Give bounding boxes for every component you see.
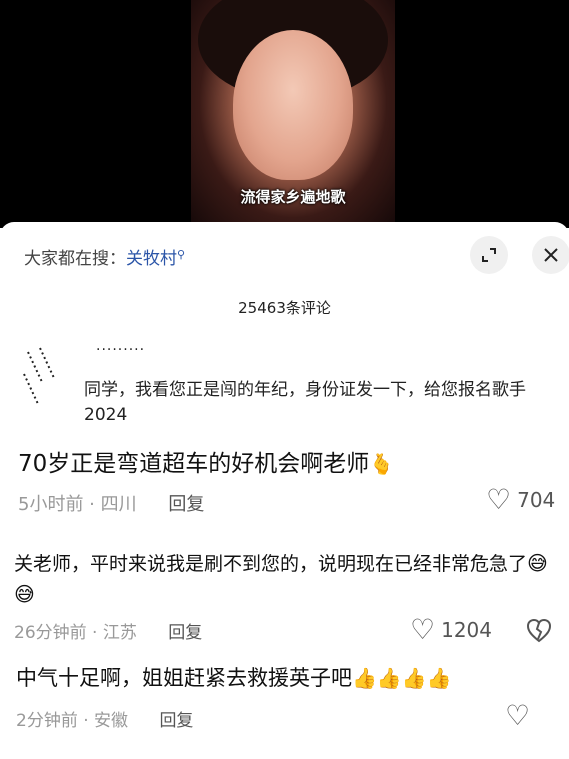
dislike-button[interactable] <box>526 618 552 644</box>
like-button[interactable]: ♡ 1204 <box>410 616 492 644</box>
close-icon[interactable] <box>532 236 569 274</box>
heart-icon: ♡ <box>486 483 512 516</box>
quote-marks-icon <box>23 347 55 405</box>
comment-time-location: 26分钟前 · 江苏 <box>14 623 137 643</box>
quoted-comment-text: 同学，我看您正是闯的年纪，身份证发一下，给您报名歌手2024 <box>84 380 526 425</box>
comment-meta: 5小时前 · 四川 回复 <box>18 490 204 516</box>
reply-button[interactable]: 回复 <box>168 623 202 643</box>
broken-heart-icon <box>526 618 552 643</box>
comment-meta: 26分钟前 · 江苏 回复 <box>14 618 202 643</box>
comment-text: 中气十足啊，姐姐赶紧去救援英子吧👍👍👍👍 <box>16 666 452 690</box>
comment-text: 70岁正是弯道超车的好机会啊老师🫰 <box>18 451 395 477</box>
like-count: 1204 <box>441 618 493 642</box>
comment-meta: 2分钟前 · 安徽 回复 <box>16 706 193 731</box>
comment-time-location: 5小时前 · 四川 <box>18 494 137 515</box>
search-term-link[interactable]: 关牧村 <box>126 249 177 269</box>
comment-text: 关老师，平时来说我是刷不到您的，说明现在已经非常危急了😅😅 <box>14 551 548 606</box>
reply-button[interactable]: 回复 <box>168 494 204 515</box>
video-person-face <box>233 30 353 180</box>
heart-icon: ♡ <box>505 699 531 732</box>
search-icon: ⚲ <box>177 248 186 261</box>
comment-time-location: 2分钟前 · 安徽 <box>16 711 129 731</box>
like-button[interactable]: ♡ <box>505 702 530 730</box>
video-player[interactable]: 流得家乡遍地歌 <box>0 0 569 228</box>
thumbs-up-emoji-icon: 👍👍👍👍 <box>352 666 452 690</box>
dotted-line-decoration: ········· <box>96 342 146 358</box>
expand-icon[interactable] <box>470 236 508 274</box>
reply-button[interactable]: 回复 <box>159 711 193 731</box>
comments-panel: 大家都在搜：关牧村⚲ 25463条评论 ········· 同学，我看您正是闯的… <box>0 222 569 759</box>
video-subtitle: 流得家乡遍地歌 <box>240 188 346 206</box>
comment-count: 25463条评论 <box>238 299 331 317</box>
heart-icon: ♡ <box>410 613 436 646</box>
search-prefix: 大家都在搜： <box>24 249 126 269</box>
video-frame: 流得家乡遍地歌 <box>191 0 395 228</box>
like-count: 704 <box>517 488 556 512</box>
finger-heart-emoji-icon: 🫰 <box>369 452 395 476</box>
like-button[interactable]: ♡ 704 <box>486 486 555 514</box>
search-suggestion[interactable]: 大家都在搜：关牧村⚲ <box>24 244 185 269</box>
